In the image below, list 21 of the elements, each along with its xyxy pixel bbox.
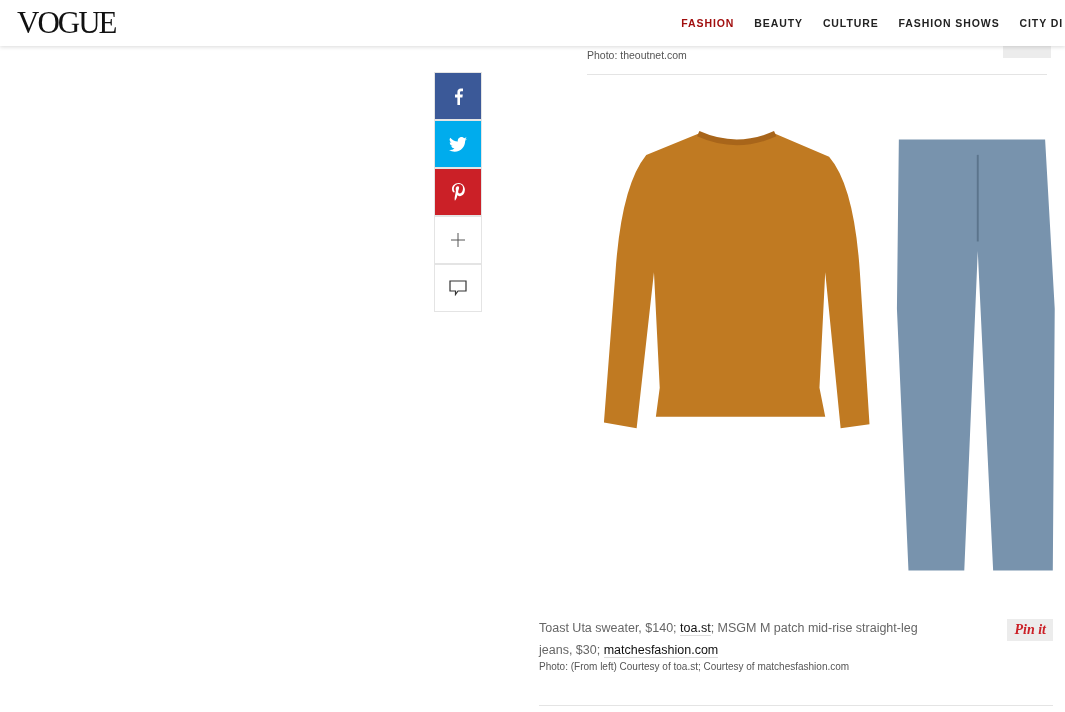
vogue-logo[interactable]: VOGUE (17, 4, 116, 42)
nav-link[interactable]: FASHION (681, 17, 735, 29)
nav-link[interactable]: CITY DI (1019, 17, 1063, 29)
shop-link[interactable]: matchesfashion.com (603, 643, 719, 658)
nav-link[interactable]: FASHION SHOWS (898, 17, 1000, 29)
comment-share-button[interactable] (434, 264, 482, 312)
plus-icon (451, 233, 465, 247)
more-share-button[interactable] (434, 216, 482, 264)
facebook-share-button[interactable] (434, 72, 482, 120)
shop-link[interactable]: toa.st (680, 621, 711, 636)
comment-icon (449, 280, 467, 296)
bird-icon (449, 136, 467, 152)
pinterest-icon (451, 183, 465, 201)
item-caption: Toast Uta sweater, $140; toa.st; MSGM M patch mid-rise straight-leg jeans, $30; matchesfashion.com (539, 620, 919, 660)
pin-it-button[interactable]: Pin it (1007, 619, 1053, 641)
photo-credit: Photo: theoutnet.com (587, 49, 687, 61)
pinterest-share-button[interactable] (434, 168, 482, 216)
nav-link[interactable]: BEAUTY (754, 17, 803, 29)
facebook-icon (453, 87, 463, 105)
nav-link[interactable]: CULTURE (822, 17, 879, 29)
photo-credit: Photo: (From left) Courtesy of toa.st; Courtesy of matchesfashion.com (539, 661, 851, 672)
